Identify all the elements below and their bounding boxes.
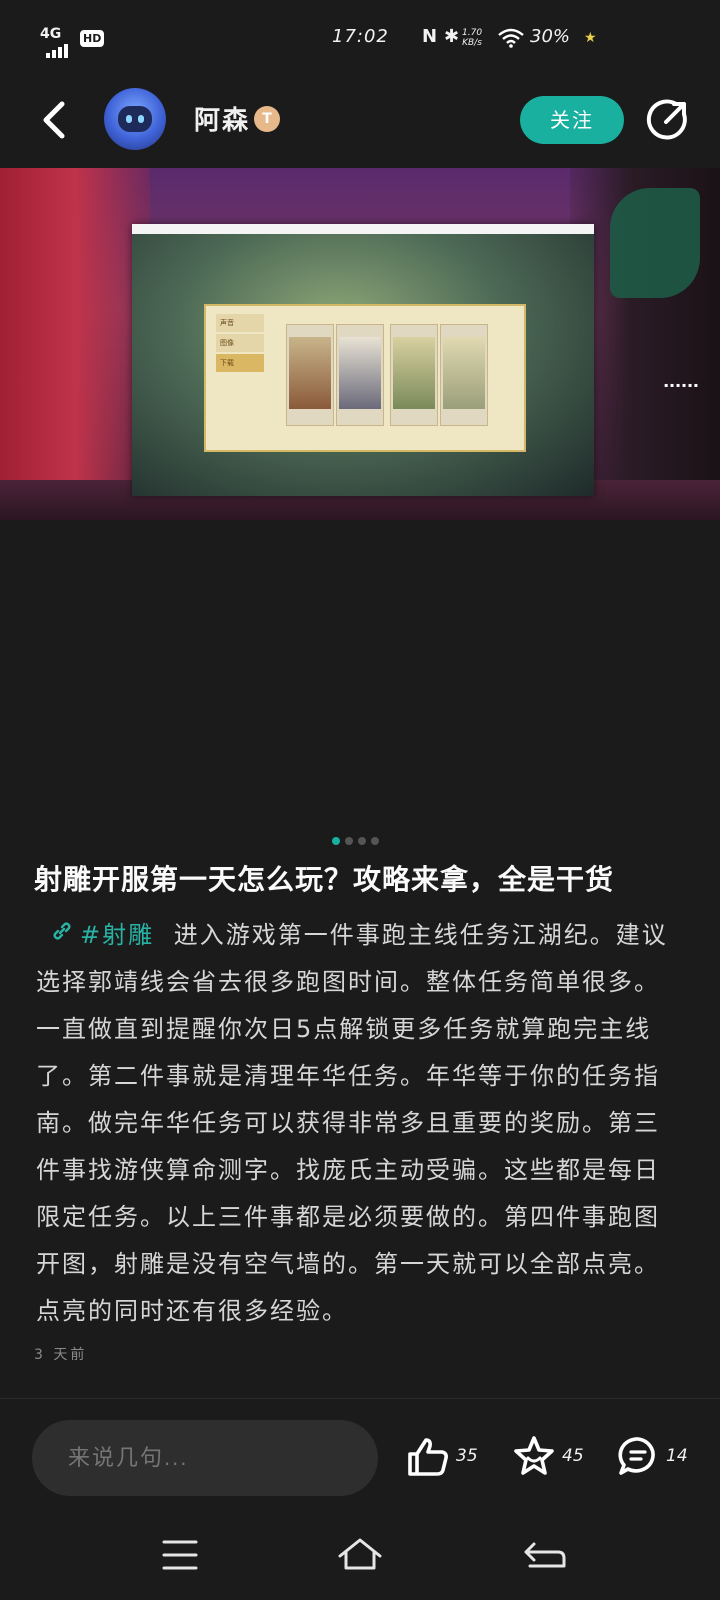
topic-tag-label[interactable]: #射雕: [80, 921, 154, 949]
speed-value: 1.70: [462, 28, 483, 38]
menu-item-image: 图像: [216, 334, 264, 352]
topic-tag[interactable]: #射雕: [36, 921, 164, 949]
like-count: 35: [456, 1446, 478, 1466]
screenshot-window: 声音 图像 下载: [132, 224, 594, 496]
status-bar: 4G HD 17:02 N ✱ 1.70 KB/s 30% ★: [0, 0, 720, 80]
menu-item-download: 下载: [216, 354, 264, 372]
carousel-dot-active[interactable]: [332, 837, 340, 845]
notification-star-icon: ★: [584, 30, 597, 46]
link-icon: [50, 912, 74, 959]
divider: [0, 1398, 720, 1399]
star-icon: [514, 1436, 554, 1475]
username[interactable]: 阿森: [194, 100, 250, 137]
comment-count: 14: [666, 1446, 688, 1466]
post-image[interactable]: 声音 图像 下载 ▪ ▪ ▪ ▪ ▪ ▪: [0, 168, 720, 520]
game-settings-menu: 声音 图像 下载: [216, 314, 264, 374]
follow-button[interactable]: 关注: [520, 96, 624, 144]
post-title: 射雕开服第一天怎么玩？攻略来拿，全是干货: [34, 863, 615, 896]
taskbar-icons: ▪ ▪ ▪ ▪ ▪ ▪: [664, 382, 698, 389]
carousel-dot[interactable]: [371, 837, 379, 845]
back-arrow-icon[interactable]: [38, 100, 74, 140]
battery-level: 30%: [530, 26, 571, 47]
hd-badge: HD: [80, 30, 105, 47]
avatar[interactable]: [104, 88, 166, 150]
speed-unit: KB/s: [462, 38, 482, 48]
home-icon[interactable]: [330, 1530, 390, 1580]
carousel-dot[interactable]: [345, 837, 353, 845]
carousel-indicator: [332, 830, 384, 849]
post-body: #射雕 进入游戏第一件事跑主线任务江湖纪。建议选择郭靖线会省去很多跑图时间。整体…: [36, 912, 682, 1335]
like-button[interactable]: 35: [406, 1434, 478, 1482]
comment-button[interactable]: 14: [616, 1434, 688, 1482]
signal-icon: [46, 38, 70, 58]
back-nav-icon[interactable]: [516, 1530, 576, 1580]
comment-input[interactable]: [32, 1420, 378, 1496]
post-text: 进入游戏第一件事跑主线任务江湖纪。建议选择郭靖线会省去很多跑图时间。整体任务简单…: [36, 921, 668, 1325]
menu-item-sound: 声音: [216, 314, 264, 332]
system-nav-bar: [0, 1510, 720, 1600]
share-icon[interactable]: [646, 98, 690, 142]
network-speed: 1.70 KB/s: [462, 28, 482, 48]
nfc-icon: N: [422, 26, 438, 47]
post-timestamp: 3 天前: [34, 1347, 88, 1363]
favorite-count: 45: [562, 1446, 584, 1466]
thumbs-up-icon: [408, 1438, 448, 1476]
menu-icon[interactable]: [150, 1530, 210, 1580]
clock: 17:02: [332, 26, 389, 47]
level-badge: T: [254, 106, 280, 132]
favorite-button[interactable]: 45: [512, 1434, 584, 1482]
carousel-dot[interactable]: [358, 837, 366, 845]
comment-bubble-icon: [618, 1437, 655, 1475]
bluetooth-icon: ✱: [444, 26, 460, 47]
wifi-icon: [498, 28, 524, 48]
